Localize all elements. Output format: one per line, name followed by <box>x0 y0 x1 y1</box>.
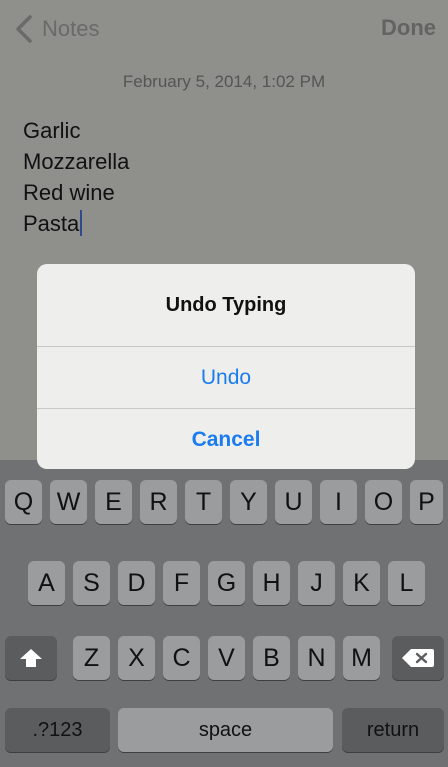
key-j[interactable]: J <box>298 561 335 605</box>
cancel-button[interactable]: Cancel <box>37 408 415 469</box>
done-button[interactable]: Done <box>381 15 436 41</box>
note-date: February 5, 2014, 1:02 PM <box>122 72 326 91</box>
key-u[interactable]: U <box>275 480 312 524</box>
note-line-last: Pasta <box>23 208 129 239</box>
key-z[interactable]: Z <box>73 636 110 680</box>
key-t[interactable]: T <box>185 480 222 524</box>
key-y[interactable]: Y <box>230 480 267 524</box>
chevron-left-icon <box>16 15 32 43</box>
nav-bar: Notes Done <box>0 0 448 58</box>
undo-button[interactable]: Undo <box>37 346 415 408</box>
key-d[interactable]: D <box>118 561 155 605</box>
key-x[interactable]: X <box>118 636 155 680</box>
alert-title: Undo Typing <box>165 294 287 316</box>
note-line: Red wine <box>23 180 115 205</box>
numbers-key[interactable]: .?123 <box>5 708 110 752</box>
back-button[interactable]: Notes <box>14 12 99 46</box>
space-key[interactable]: space <box>118 708 333 752</box>
key-s[interactable]: S <box>73 561 110 605</box>
key-l[interactable]: L <box>388 561 425 605</box>
key-f[interactable]: F <box>163 561 200 605</box>
undo-alert: Undo Typing Undo Cancel <box>37 264 415 469</box>
key-p[interactable]: P <box>410 480 443 524</box>
back-button-label: Notes <box>42 16 100 41</box>
key-w[interactable]: W <box>50 480 87 524</box>
key-k[interactable]: K <box>343 561 380 605</box>
key-c[interactable]: C <box>163 636 200 680</box>
key-v[interactable]: V <box>208 636 245 680</box>
key-e[interactable]: E <box>95 480 132 524</box>
keyboard: Q W E R T Y U I O P A S D F G H J K L Z … <box>0 460 448 767</box>
shift-icon <box>20 649 42 667</box>
return-key[interactable]: return <box>342 708 444 752</box>
backspace-icon <box>402 649 434 667</box>
note-line-text: Pasta <box>23 211 80 236</box>
text-cursor <box>80 210 83 236</box>
key-i[interactable]: I <box>320 480 357 524</box>
key-o[interactable]: O <box>365 480 402 524</box>
key-g[interactable]: G <box>208 561 245 605</box>
note-body[interactable]: Garlic Mozzarella Red wine Pasta <box>23 115 129 239</box>
note-line: Garlic <box>23 118 81 143</box>
note-line: Mozzarella <box>23 149 130 174</box>
key-h[interactable]: H <box>253 561 290 605</box>
shift-key[interactable] <box>5 636 57 680</box>
key-b[interactable]: B <box>253 636 290 680</box>
key-r[interactable]: R <box>140 480 177 524</box>
delete-key[interactable] <box>392 636 444 680</box>
key-n[interactable]: N <box>298 636 335 680</box>
key-m[interactable]: M <box>343 636 380 680</box>
key-a[interactable]: A <box>28 561 65 605</box>
key-q[interactable]: Q <box>5 480 42 524</box>
